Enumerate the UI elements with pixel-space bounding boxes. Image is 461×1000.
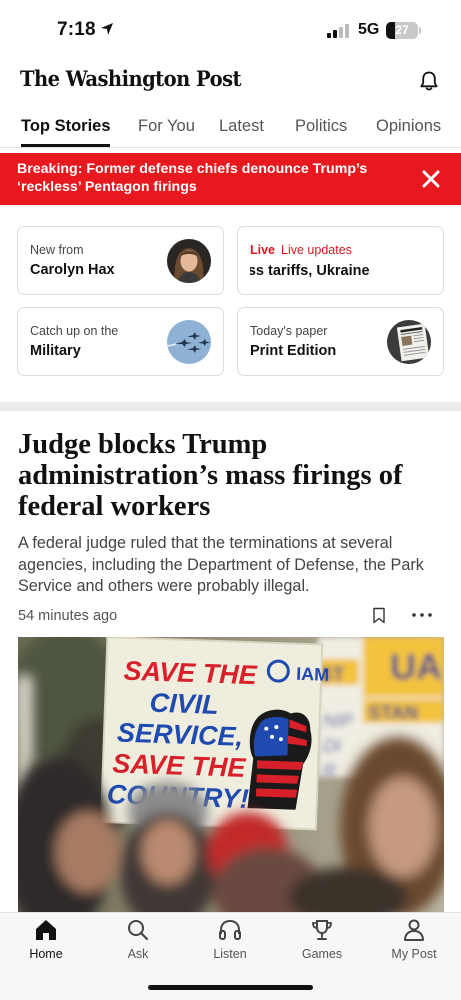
article-summary[interactable]: A federal judge ruled that the terminati… xyxy=(18,533,438,598)
article-lead-photo[interactable]: ST UA STAN NIP DI R SAVE THE CIVIL SERVI… xyxy=(18,637,444,912)
headphones-icon xyxy=(219,919,241,940)
svg-text:UA: UA xyxy=(390,646,442,687)
svg-text:R: R xyxy=(323,761,336,781)
tab-latest[interactable]: Latest xyxy=(219,117,264,136)
home-indicator[interactable] xyxy=(148,985,313,990)
card-kicker: New from xyxy=(30,243,84,257)
svg-text:NIP: NIP xyxy=(323,711,353,731)
section-separator xyxy=(0,402,461,411)
nav-label: My Post xyxy=(391,947,437,961)
battery-icon: 27 xyxy=(386,22,418,39)
breaking-news-text[interactable]: Breaking: Former defense chiefs denounce… xyxy=(17,161,387,196)
nav-label: Ask xyxy=(127,947,149,961)
nav-my-post[interactable]: My Post xyxy=(374,918,454,961)
live-label: Live Live updates xyxy=(250,243,352,257)
tab-politics[interactable]: Politics xyxy=(295,117,347,136)
photo-sign-line: SERVICE, xyxy=(117,717,244,751)
card-print-edition[interactable]: Today's paper Print Edition xyxy=(237,307,444,376)
person-icon xyxy=(404,919,424,941)
wapo-logo[interactable]: The Washington Post xyxy=(20,66,242,91)
location-arrow-icon xyxy=(101,23,113,35)
svg-text:DI: DI xyxy=(323,736,341,756)
more-options-icon[interactable] xyxy=(411,608,433,622)
card-carolyn-hax[interactable]: New from Carolyn Hax xyxy=(17,226,224,295)
nav-label: Listen xyxy=(213,947,247,961)
breaking-news-banner[interactable]: Breaking: Former defense chiefs denounce… xyxy=(0,153,461,205)
nav-label: Games xyxy=(301,947,343,961)
nav-ask[interactable]: Ask xyxy=(98,918,178,961)
tab-top-stories[interactable]: Top Stories xyxy=(21,117,111,136)
search-icon xyxy=(128,920,149,941)
card-military[interactable]: Catch up on the Military xyxy=(17,307,224,376)
cellular-signal-icon xyxy=(327,24,349,38)
photo-sign-logo: IAM xyxy=(296,664,330,685)
section-tabs: Top Stories For You Latest Politics Opin… xyxy=(0,114,461,148)
live-ticker-text: uss tariffs, Ukraine xyxy=(250,263,370,279)
military-jets-thumbnail xyxy=(167,320,211,364)
live-badge: Live xyxy=(250,243,276,257)
status-bar: 7:18 5G 27 xyxy=(0,0,461,58)
author-avatar xyxy=(167,239,211,283)
card-title: Print Edition xyxy=(250,343,337,359)
trophy-icon xyxy=(312,920,332,940)
masthead: The Washington Post xyxy=(0,62,461,102)
live-ticker: uss tariffs, Ukraine xyxy=(250,262,430,280)
bookmark-icon[interactable] xyxy=(372,607,386,624)
newspaper-thumbnail xyxy=(387,320,431,364)
battery-cap xyxy=(419,27,421,34)
close-icon[interactable] xyxy=(421,169,441,189)
live-updates-label: Live updates xyxy=(281,243,352,257)
card-kicker: Today's paper xyxy=(250,324,328,338)
card-kicker: Catch up on the xyxy=(30,324,119,338)
nav-home[interactable]: Home xyxy=(6,918,86,961)
network-type: 5G xyxy=(358,21,380,38)
article-timestamp: 54 minutes ago xyxy=(18,608,118,624)
tabs-divider xyxy=(0,147,461,148)
photo-sign-line: CIVIL xyxy=(149,688,219,720)
nav-label: Home xyxy=(29,947,63,961)
tab-opinions[interactable]: Opinions xyxy=(376,117,441,136)
home-icon xyxy=(36,920,56,940)
card-title: Military xyxy=(30,343,81,359)
status-time: 7:18 xyxy=(57,19,96,40)
card-title: Carolyn Hax xyxy=(30,262,115,278)
article-headline[interactable]: Judge blocks Trump administration’s mass… xyxy=(18,429,438,522)
nav-games[interactable]: Games xyxy=(282,918,362,961)
photo-sign-line: SAVE THE xyxy=(112,748,247,783)
photo-sign-line: SAVE THE xyxy=(123,656,258,691)
nav-listen[interactable]: Listen xyxy=(190,918,270,961)
notifications-bell-icon[interactable] xyxy=(418,70,440,92)
card-live-updates[interactable]: Live Live updates uss tariffs, Ukraine xyxy=(237,226,444,295)
battery-level: 27 xyxy=(395,23,409,37)
tab-for-you[interactable]: For You xyxy=(138,117,195,136)
svg-text:STAN: STAN xyxy=(368,703,418,724)
